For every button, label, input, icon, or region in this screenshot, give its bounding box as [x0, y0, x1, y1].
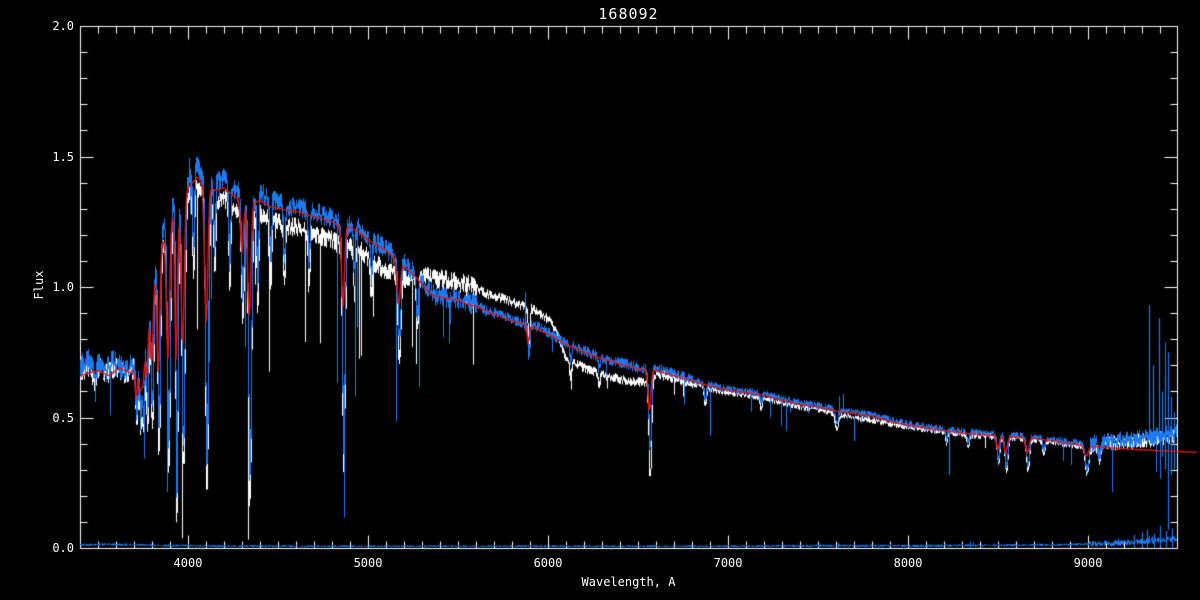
y-tick-label: 1.0	[52, 280, 74, 294]
x-tick-label: 9000	[1073, 556, 1103, 570]
y-tick-label: 0.5	[52, 410, 74, 425]
x-tick-label: 5000	[353, 556, 383, 570]
spectrum-plot-canvas	[0, 0, 1200, 600]
x-tick-label: 6000	[533, 556, 563, 570]
x-tick-label: 7000	[713, 556, 743, 570]
x-tick-label: 4000	[173, 556, 203, 570]
spectral-plot-figure: 168092 Wavelength, A Flux 4000 5000 6000 70…	[0, 0, 1200, 600]
y-tick-label: 0.0	[52, 541, 74, 555]
x-tick-label: 8000	[893, 556, 923, 570]
y-tick-label: 1.5	[52, 149, 74, 164]
y-tick-label: 2.0	[52, 19, 74, 33]
x-axis-title: Wavelength, A	[581, 575, 676, 589]
chart-title: 168092	[598, 5, 659, 23]
